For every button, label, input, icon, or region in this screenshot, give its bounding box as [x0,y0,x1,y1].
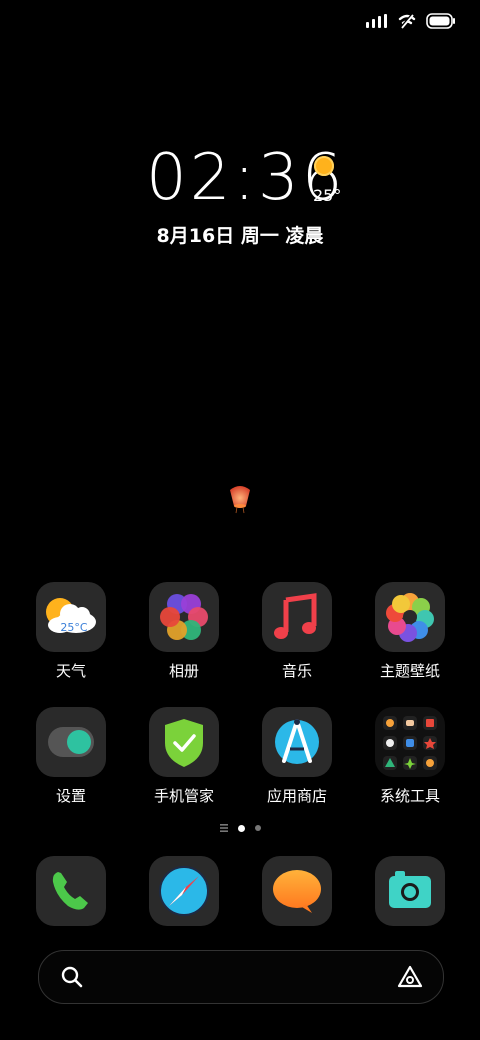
search-bar[interactable] [38,950,444,1004]
battery-icon [426,13,455,29]
app-weather[interactable]: 25°C 天气 [21,582,121,681]
menu-lines-icon [219,824,228,832]
gallery-icon [149,582,219,652]
app-label: 相册 [168,662,199,680]
search-icon [61,966,83,988]
dock-camera[interactable] [360,856,460,926]
sun-icon [314,156,334,176]
music-icon [262,582,332,652]
wifi-off-icon [398,13,416,29]
app-security[interactable]: 手机管家 [134,707,234,806]
phone-icon [36,856,106,926]
weather-icon: 25°C [36,582,106,652]
app-store-icon [262,707,332,777]
page-indicator[interactable] [0,824,480,832]
tools-folder-icon [375,707,445,777]
app-music[interactable]: 音乐 [247,582,347,681]
signal-icon [366,14,387,28]
app-store[interactable]: 应用商店 [247,707,347,806]
page-dot[interactable] [254,825,261,831]
app-label: 设置 [55,787,86,805]
status-bar [366,10,456,32]
weather-badge: 25°C [60,621,87,634]
app-tools-folder[interactable]: 系统工具 [360,707,460,806]
app-gallery[interactable]: 相册 [134,582,234,681]
dock-browser[interactable] [134,856,234,926]
clock-date: 8月16日 周一 凌晨 [156,225,324,247]
messages-icon [262,856,332,926]
app-label: 手机管家 [153,787,214,805]
app-themes[interactable]: 主题壁纸 [360,582,460,681]
app-label: 音乐 [281,662,312,680]
security-shield-icon [149,707,219,777]
lantern-icon [230,486,250,514]
dock-messages[interactable] [247,856,347,926]
browser-icon [149,856,219,926]
themes-icon [375,582,445,652]
app-label: 天气 [55,662,86,680]
dock-phone[interactable] [21,856,121,926]
app-settings[interactable]: 设置 [21,707,121,806]
app-label: 系统工具 [379,787,440,805]
settings-toggle-icon [36,707,106,777]
clock-temperature: 25° [313,186,342,205]
app-label: 主题壁纸 [379,662,440,680]
app-label: 应用商店 [266,787,327,805]
page-dot-active[interactable] [237,824,245,832]
camera-icon [375,856,445,926]
voice-assistant-icon[interactable] [397,965,423,989]
